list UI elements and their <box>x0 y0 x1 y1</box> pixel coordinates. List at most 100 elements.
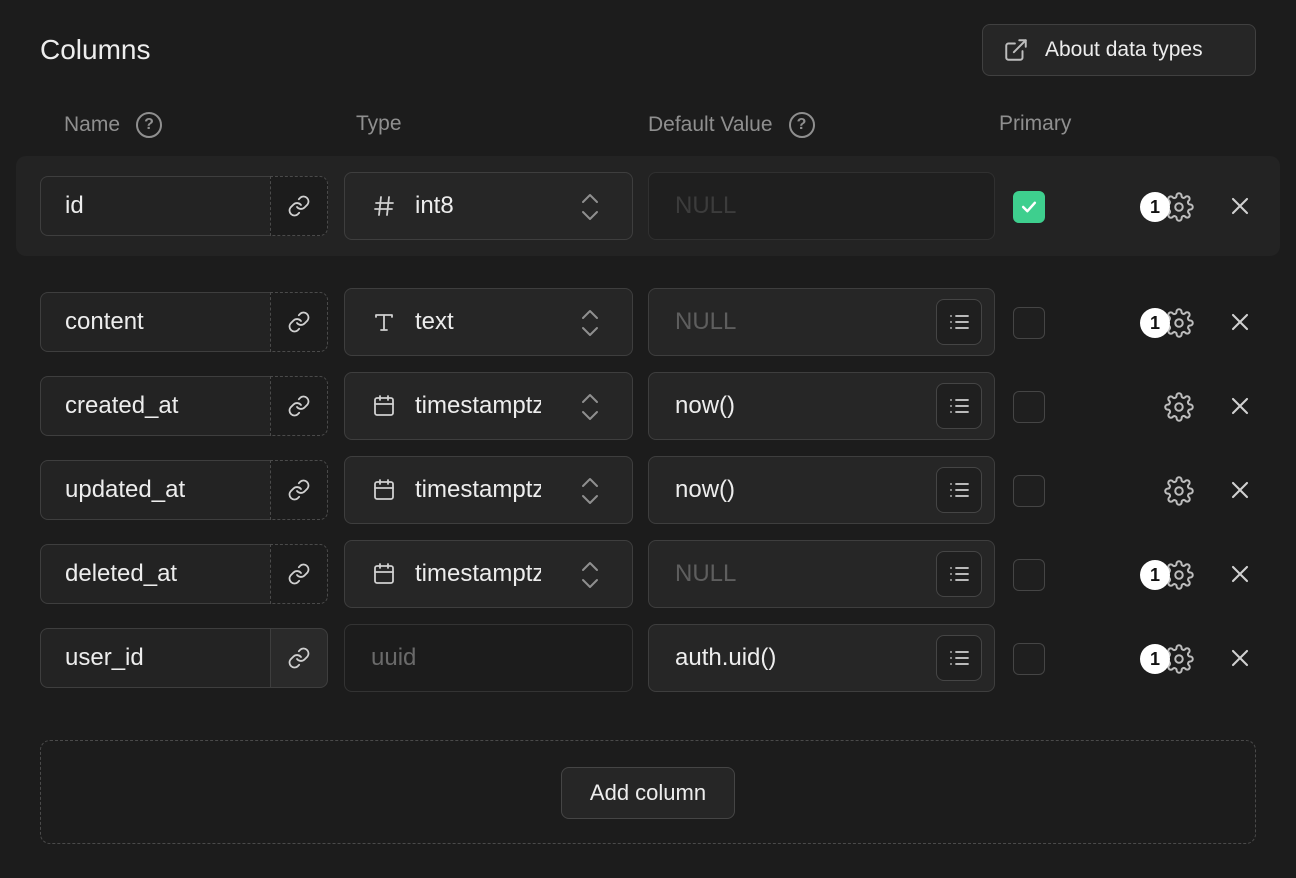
column-name-input[interactable]: updated_at <box>40 460 270 520</box>
default-value-input[interactable]: auth.uid() <box>648 624 995 692</box>
primary-key-checkbox[interactable] <box>1013 643 1045 675</box>
column-name-group: deleted_at <box>40 544 328 604</box>
default-value-input[interactable]: NULL <box>648 540 995 608</box>
column-type-value: int8 <box>415 192 454 219</box>
column-name-value: updated_at <box>65 476 186 503</box>
link-icon <box>287 194 311 218</box>
column-header-primary: Primary <box>999 112 1071 136</box>
column-name-input[interactable]: created_at <box>40 376 270 436</box>
chevrons-up-down-icon <box>578 559 602 591</box>
link-icon <box>287 646 311 670</box>
default-value-input: NULL <box>648 172 995 240</box>
column-type-select[interactable]: text <box>344 288 633 356</box>
column-name-input[interactable]: id <box>40 176 270 236</box>
column-type-select[interactable]: timestamptz <box>344 372 633 440</box>
header-primary-label: Primary <box>999 112 1072 135</box>
column-name-group: id <box>40 176 328 236</box>
default-value-text: auth.uid() <box>675 644 777 671</box>
list-icon <box>947 478 971 502</box>
close-icon[interactable] <box>1226 192 1254 220</box>
chevrons-up-down-icon <box>578 191 602 223</box>
column-name-value: created_at <box>65 392 179 419</box>
column-name-value: id <box>65 192 84 219</box>
foreign-key-button[interactable] <box>270 376 328 436</box>
column-type-select[interactable]: timestamptz <box>344 456 633 524</box>
external-link-icon <box>1005 39 1027 61</box>
primary-key-checkbox[interactable] <box>1013 559 1045 591</box>
default-value-text: NULL <box>675 560 737 587</box>
chevrons-up-down-icon <box>578 307 602 339</box>
column-name-value: content <box>65 308 144 335</box>
default-value-input[interactable]: now() <box>648 456 995 524</box>
page-title: Columns <box>40 34 151 65</box>
column-type-value: timestamptz <box>415 560 541 587</box>
list-icon <box>947 310 971 334</box>
default-value-suggestions-button[interactable] <box>936 383 982 429</box>
column-header-type: Type <box>356 112 402 136</box>
gear-icon[interactable] <box>1164 392 1194 422</box>
chevrons-up-down-icon <box>578 391 602 423</box>
close-icon[interactable] <box>1226 476 1254 504</box>
column-type-value: timestamptz <box>415 392 541 419</box>
link-icon <box>287 478 311 502</box>
foreign-key-button[interactable] <box>270 176 328 236</box>
gear-icon[interactable] <box>1164 476 1194 506</box>
check-icon <box>1019 197 1039 217</box>
default-value-text: now() <box>675 476 736 503</box>
column-type-select[interactable]: uuid <box>344 624 633 692</box>
header-type-label: Type <box>356 112 402 135</box>
foreign-key-button[interactable] <box>270 460 328 520</box>
default-value-input[interactable]: NULL <box>648 288 995 356</box>
text-type-icon <box>371 309 397 335</box>
column-row: id int8 NULL 1 <box>0 172 1296 240</box>
list-icon <box>947 394 971 418</box>
foreign-key-button[interactable] <box>270 628 328 688</box>
default-value-suggestions-button[interactable] <box>936 467 982 513</box>
calendar-icon <box>371 393 397 419</box>
link-icon <box>287 394 311 418</box>
column-name-group: content <box>40 292 328 352</box>
primary-key-checkbox[interactable] <box>1013 307 1045 339</box>
column-row: content text NULL 1 <box>0 288 1296 356</box>
close-icon[interactable] <box>1226 560 1254 588</box>
help-icon[interactable]: ? <box>788 112 815 138</box>
link-icon <box>287 310 311 334</box>
default-value-suggestions-button[interactable] <box>936 299 982 345</box>
settings-count-badge: 1 <box>1140 644 1170 674</box>
help-icon[interactable]: ? <box>136 112 163 138</box>
column-header-default-value: Default Value ? <box>648 112 815 138</box>
column-name-value: user_id <box>65 644 144 671</box>
default-value-input[interactable]: now() <box>648 372 995 440</box>
primary-key-checkbox[interactable] <box>1013 191 1045 223</box>
column-type-select[interactable]: int8 <box>344 172 633 240</box>
primary-key-checkbox[interactable] <box>1013 391 1045 423</box>
column-header-name: Name ? <box>64 112 163 138</box>
column-row: deleted_at timestamptz NULL 1 <box>0 540 1296 608</box>
foreign-key-button[interactable] <box>270 292 328 352</box>
about-data-types-button[interactable]: About data types <box>982 24 1256 76</box>
column-name-input[interactable]: user_id <box>40 628 270 688</box>
calendar-icon <box>371 561 397 587</box>
list-icon <box>947 646 971 670</box>
list-icon <box>947 562 971 586</box>
column-name-input[interactable]: deleted_at <box>40 544 270 604</box>
foreign-key-button[interactable] <box>270 544 328 604</box>
column-name-group: updated_at <box>40 460 328 520</box>
default-value-suggestions-button[interactable] <box>936 551 982 597</box>
primary-key-checkbox[interactable] <box>1013 475 1045 507</box>
settings-count-badge: 1 <box>1140 308 1170 338</box>
default-value-text: NULL <box>675 308 737 335</box>
add-column-button[interactable]: Add column <box>561 767 735 819</box>
close-icon[interactable] <box>1226 644 1254 672</box>
column-name-group: user_id <box>40 628 328 688</box>
column-type-select[interactable]: timestamptz <box>344 540 633 608</box>
default-value-suggestions-button[interactable] <box>936 635 982 681</box>
close-icon[interactable] <box>1226 392 1254 420</box>
column-type-value: timestamptz <box>415 476 541 503</box>
column-row: updated_at timestamptz now() <box>0 456 1296 524</box>
column-name-value: deleted_at <box>65 560 178 587</box>
header-default-label: Default Value <box>648 113 773 136</box>
column-name-input[interactable]: content <box>40 292 270 352</box>
close-icon[interactable] <box>1226 308 1254 336</box>
about-data-types-label: About data types <box>1045 38 1203 61</box>
